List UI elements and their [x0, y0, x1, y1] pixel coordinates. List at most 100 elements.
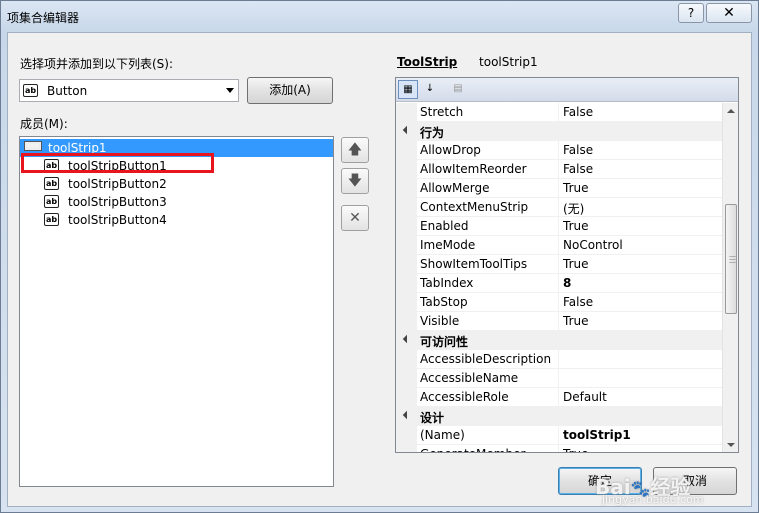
- property-name: Stretch: [420, 105, 464, 119]
- property-value[interactable]: NoControl: [563, 238, 623, 252]
- column-divider: [558, 426, 559, 445]
- property-pages-icon[interactable]: ▤: [448, 80, 468, 99]
- property-row[interactable]: Enabled True: [396, 217, 722, 236]
- close-button[interactable]: ✕: [706, 3, 752, 23]
- column-divider: [558, 217, 559, 236]
- property-value[interactable]: (无): [563, 200, 584, 217]
- property-row[interactable]: Visible True: [396, 312, 722, 331]
- property-row[interactable]: AccessibleName: [396, 369, 722, 388]
- help-button[interactable]: ?: [678, 3, 704, 23]
- scroll-up-icon[interactable]: [727, 109, 735, 113]
- item-type-value: Button: [47, 84, 88, 98]
- property-row[interactable]: AllowMerge True: [396, 179, 722, 198]
- item-type-combobox[interactable]: ab Button: [19, 79, 239, 102]
- categorized-icon[interactable]: ▦: [398, 80, 418, 99]
- member-item[interactable]: ab toolStripButton4: [20, 211, 333, 229]
- property-value[interactable]: False: [563, 295, 593, 309]
- collapse-caret-icon[interactable]: [402, 334, 412, 344]
- property-value[interactable]: toolStrip1: [563, 428, 631, 442]
- baidu-watermark: Bai🐾经验 jingyan.baidu.com: [595, 475, 704, 506]
- move-up-button[interactable]: 🡅: [341, 137, 369, 163]
- members-list[interactable]: ▭▭ toolStrip1 ab toolStripButton1 ab toolStri…: [19, 136, 334, 487]
- collapse-caret-icon[interactable]: [402, 125, 412, 135]
- row-gutter: [396, 388, 417, 407]
- scroll-thumb[interactable]: — — —: [725, 204, 737, 314]
- property-row[interactable]: AllowItemReorder False: [396, 160, 722, 179]
- column-divider: [558, 369, 559, 388]
- column-divider: [558, 141, 559, 160]
- property-value[interactable]: Default: [563, 390, 607, 404]
- row-gutter: [396, 293, 417, 312]
- property-value[interactable]: 8: [563, 276, 571, 290]
- member-item[interactable]: ab toolStripButton2: [20, 175, 333, 193]
- column-divider: [558, 255, 559, 274]
- collection-editor-window: 项集合编辑器 ? ✕ 选择项并添加到以下列表(S): ab Button 添加(…: [0, 0, 759, 513]
- title-bar: 项集合编辑器 ? ✕: [1, 1, 758, 31]
- column-divider: [558, 198, 559, 217]
- property-grid-header: ToolStrip toolStrip1: [397, 55, 538, 69]
- row-gutter: [396, 312, 417, 331]
- property-scrollbar[interactable]: — — —: [722, 103, 738, 452]
- column-divider: [558, 274, 559, 293]
- member-label: toolStripButton3: [68, 195, 167, 209]
- property-row[interactable]: (Name) toolStrip1: [396, 426, 722, 445]
- property-name: GenerateMember: [420, 447, 558, 452]
- member-label: toolStripButton2: [68, 177, 167, 191]
- object-class: ToolStrip: [397, 55, 458, 69]
- add-items-label: 选择项并添加到以下列表(S):: [20, 57, 174, 71]
- column-divider: [558, 179, 559, 198]
- remove-button[interactable]: ✕: [341, 205, 369, 231]
- property-row[interactable]: ImeMode NoControl: [396, 236, 722, 255]
- property-category[interactable]: 可访问性: [396, 331, 722, 350]
- member-item[interactable]: ab toolStripButton3: [20, 193, 333, 211]
- property-name: AllowMerge: [420, 181, 490, 195]
- column-divider: [558, 445, 559, 452]
- dialog-client: 选择项并添加到以下列表(S): ab Button 添加(A) 成员(M): ▭…: [7, 32, 752, 507]
- scroll-down-icon[interactable]: [727, 443, 735, 447]
- category-name: 行为: [420, 126, 445, 140]
- property-name: AllowDrop: [420, 143, 481, 157]
- property-value[interactable]: True: [563, 181, 589, 195]
- property-value[interactable]: False: [563, 105, 593, 119]
- property-row[interactable]: ContextMenuStrip (无): [396, 198, 722, 217]
- property-value[interactable]: False: [563, 162, 593, 176]
- property-row[interactable]: GenerateMember True: [396, 445, 722, 452]
- property-row[interactable]: TabIndex 8: [396, 274, 722, 293]
- collapse-caret-icon[interactable]: [402, 410, 412, 420]
- row-gutter: [396, 350, 417, 369]
- property-category[interactable]: 设计: [396, 407, 722, 426]
- property-row[interactable]: ShowItemToolTips True: [396, 255, 722, 274]
- property-row[interactable]: TabStop False: [396, 293, 722, 312]
- toolstrip-icon: ▭▭: [24, 141, 42, 151]
- category-name: 设计: [420, 411, 445, 425]
- button-type-icon: ab: [44, 213, 59, 226]
- alphabetical-icon[interactable]: ↓: [420, 80, 440, 99]
- category-name: 可访问性: [420, 335, 469, 349]
- row-gutter: [396, 179, 417, 198]
- chevron-down-icon[interactable]: [226, 88, 234, 93]
- property-value[interactable]: False: [563, 143, 593, 157]
- button-type-icon: ab: [23, 84, 38, 97]
- arrow-up-icon: 🡅: [347, 142, 363, 158]
- property-row[interactable]: Stretch False: [396, 103, 722, 122]
- row-gutter: [396, 141, 417, 160]
- delete-x-icon: ✕: [349, 210, 361, 226]
- object-name: toolStrip1: [479, 55, 538, 69]
- move-down-button[interactable]: 🡇: [341, 168, 369, 194]
- property-name: TabStop: [420, 295, 468, 309]
- property-value[interactable]: True: [563, 257, 589, 271]
- property-name: ContextMenuStrip: [420, 200, 529, 214]
- property-category[interactable]: 行为: [396, 122, 722, 141]
- property-row[interactable]: AllowDrop False: [396, 141, 722, 160]
- add-button[interactable]: 添加(A): [247, 77, 333, 104]
- property-value[interactable]: True: [563, 219, 589, 233]
- members-label: 成员(M):: [20, 117, 68, 131]
- property-row[interactable]: AccessibleRole Default: [396, 388, 722, 407]
- property-list: Stretch False 行为 AllowDrop False AllowItemReo…: [396, 103, 722, 452]
- property-value[interactable]: True: [563, 314, 589, 328]
- row-gutter: [396, 198, 417, 217]
- property-row[interactable]: AccessibleDescription: [396, 350, 722, 369]
- grip-icon: — — —: [729, 252, 736, 266]
- property-value[interactable]: True: [563, 447, 589, 452]
- row-gutter: [396, 103, 417, 122]
